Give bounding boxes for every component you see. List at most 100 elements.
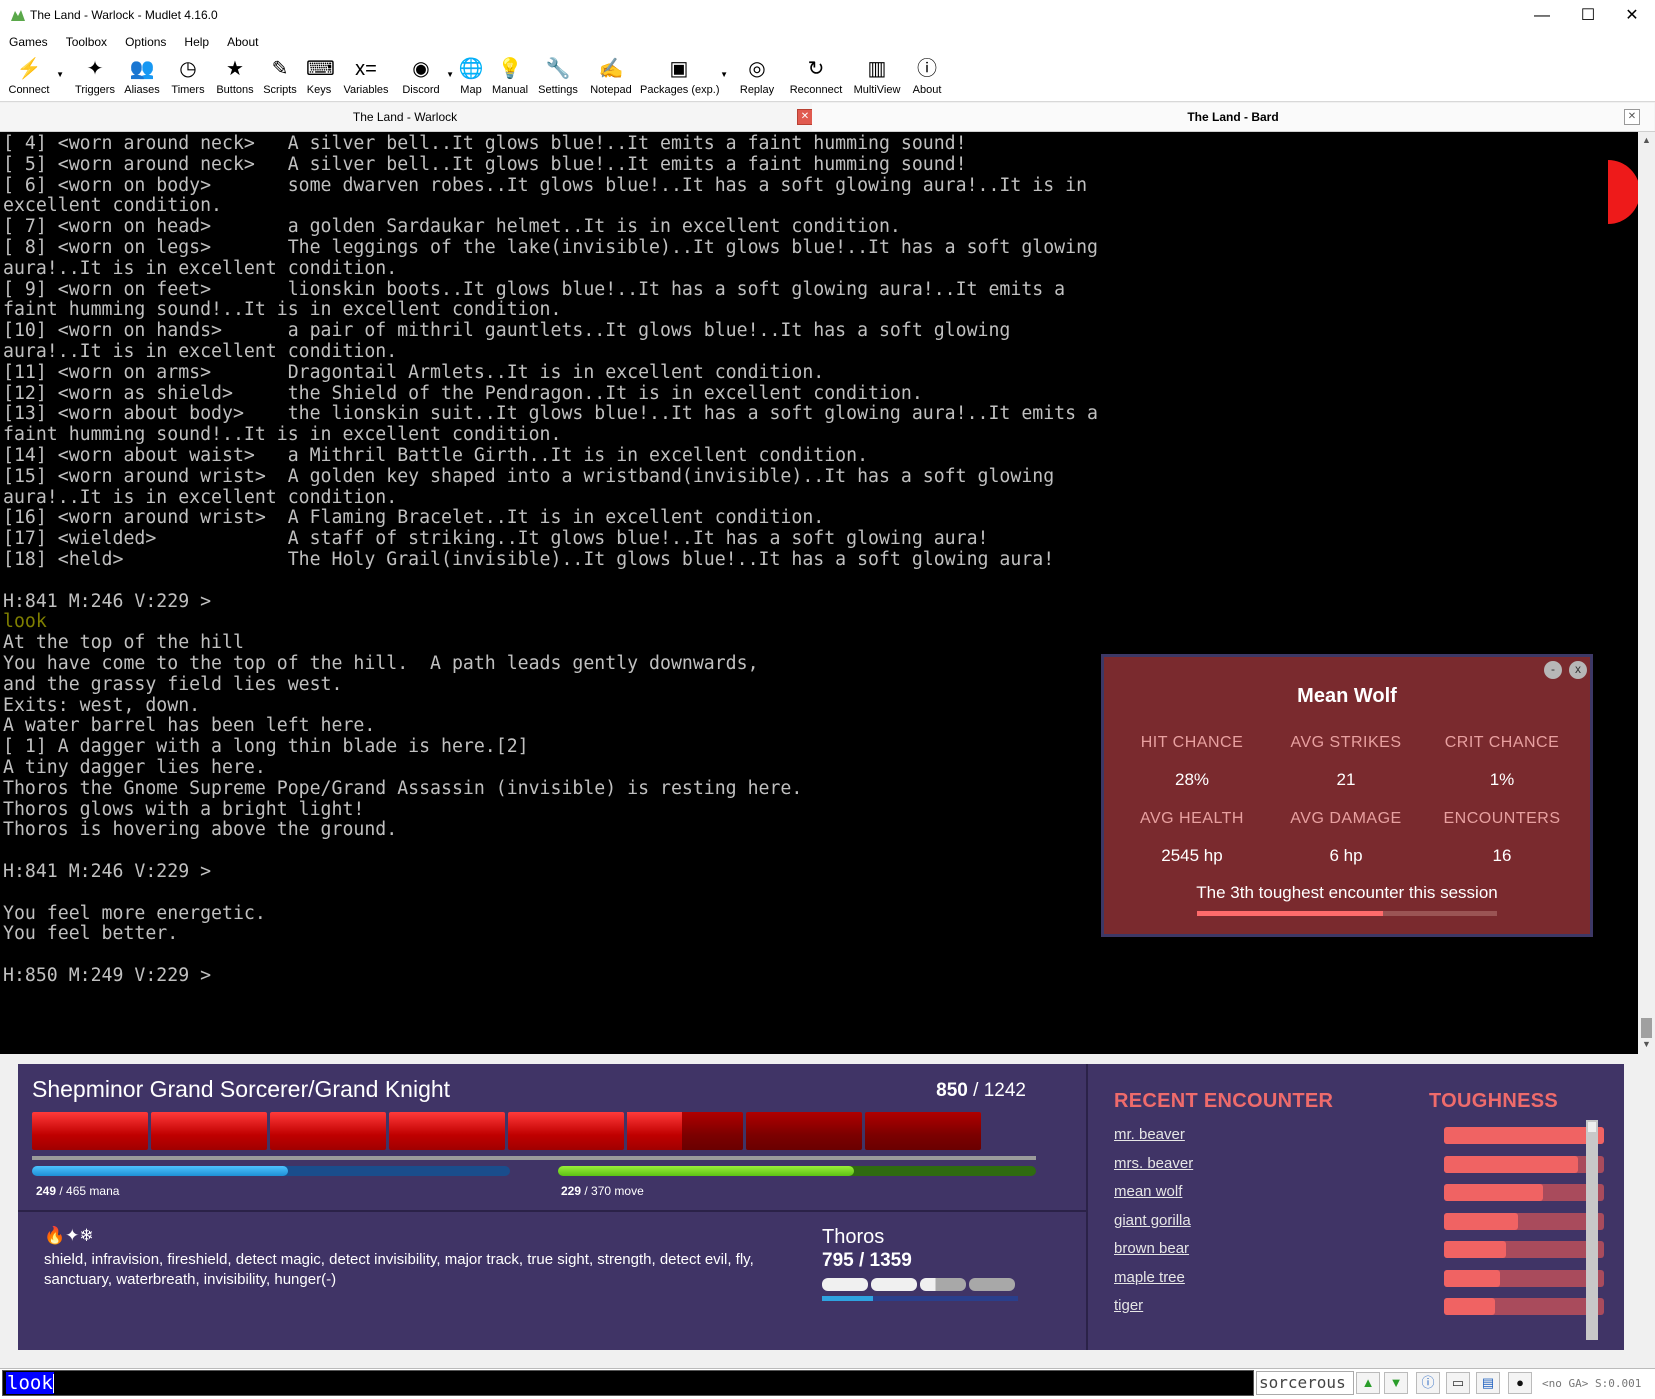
console-line: Thoros is hovering above the ground. (3, 819, 398, 841)
toolbar-reconnect-button[interactable]: ↻ Reconnect (785, 56, 847, 100)
timers-icon: ◷ (179, 58, 197, 80)
scroll-history-down-icon[interactable]: ▼ (1384, 1372, 1408, 1394)
stat-value: 2545 hp (1161, 846, 1223, 865)
toolbar-scripts-button[interactable]: ✎ Scripts (262, 56, 298, 100)
hp-segment (865, 1112, 981, 1150)
toolbar-timers-button[interactable]: ◷ Timers (166, 56, 210, 100)
menu-games[interactable]: Games (0, 31, 57, 53)
minimize-panel-button[interactable]: - (1544, 661, 1562, 679)
toolbar-buttons-button[interactable]: ★ Buttons (212, 56, 258, 100)
recent-encounter-link[interactable]: giant gorilla (1114, 1212, 1191, 1229)
console-line: A water barrel has been left here. (3, 715, 376, 737)
toolbar-multiview-button[interactable]: ▥ MultiView (851, 56, 903, 100)
recent-encounter-link[interactable]: mr. beaver (1114, 1126, 1185, 1143)
console-line: [ 8] <worn on legs> The leggings of the … (3, 237, 1098, 258)
stat-value: 21 (1336, 770, 1356, 789)
mana-max: 465 mana (66, 1184, 120, 1198)
close-panel-button[interactable]: x (1569, 661, 1587, 679)
toughness-fill (1444, 1127, 1604, 1144)
menu-help[interactable]: Help (175, 31, 218, 53)
recent-encounter-link[interactable]: mean wolf (1114, 1183, 1182, 1200)
tab-the-land-bard[interactable]: The Land - Bard (812, 103, 1654, 131)
connect-icon: ⚡ (16, 58, 42, 80)
dropdown-arrow-icon[interactable]: ▼ (446, 70, 454, 79)
console-line: aura!..It is in excellent condition. (3, 486, 398, 508)
encounter-panel: - x Mean Wolf HIT CHANCE AVG STRIKES CRI… (1101, 654, 1593, 937)
recent-encounter-heading: RECENT ENCOUNTER (1114, 1090, 1334, 1112)
toolbar-settings-button[interactable]: 🔧 Settings (534, 56, 582, 100)
toolbar-map-button[interactable]: 🌐 Map (454, 56, 488, 100)
toughness-bar (1444, 1127, 1604, 1144)
packages-icon: ▣ (669, 58, 689, 80)
toolbar-triggers-button[interactable]: ✦ Triggers (70, 56, 120, 100)
recent-encounter-link[interactable]: brown bear (1114, 1240, 1189, 1257)
scroll-history-up-icon[interactable]: ▲ (1356, 1372, 1380, 1394)
toolbar-replay-button[interactable]: ◎ Replay (735, 56, 779, 100)
tab-the-land-warlock[interactable]: The Land - Warlock (0, 103, 810, 131)
scroll-down-icon[interactable]: ▼ (1638, 1036, 1655, 1052)
toolbar-label: Discord (402, 84, 440, 96)
toolbar-aliases-button[interactable]: 👥 Aliases (122, 56, 162, 100)
timestamp-icon[interactable]: ▭ (1446, 1372, 1470, 1394)
affect-icons: 🔥✦❄ (44, 1226, 94, 1245)
manual-icon: 💡 (497, 58, 523, 80)
console-scrollbar[interactable]: ▲ ▼ (1638, 132, 1655, 1054)
hp-segment (151, 1112, 267, 1150)
dropdown-arrow-icon[interactable]: ▼ (56, 70, 64, 79)
toolbar-about-button[interactable]: ⓘ About (907, 56, 947, 100)
close-window-button[interactable]: ✕ (1609, 0, 1655, 31)
info-icon[interactable]: ⓘ (1416, 1372, 1440, 1394)
toolbar-variables-button[interactable]: x= Variables (340, 56, 392, 100)
toolbar-packages-exp-button[interactable]: ▣ Packages (exp.) ▼ (640, 56, 728, 100)
recent-encounter-link[interactable]: mrs. beaver (1114, 1155, 1193, 1172)
main-toolbar: ⚡ Connect ▼ ✦ Triggers 👥 Aliases ◷ Timers ★ Button… (0, 53, 1655, 102)
menu-about[interactable]: About (218, 31, 267, 53)
toolbar-keys-button[interactable]: ⌨ Keys (302, 56, 336, 100)
command-input[interactable]: look (2, 1370, 1254, 1396)
text-caret (53, 1374, 54, 1393)
main-console[interactable]: H:850 M:249 V:229 > You feel better. You f… (0, 132, 1638, 1054)
maximize-button[interactable]: ☐ (1565, 0, 1611, 31)
window-titlebar: The Land - Warlock - Mudlet 4.16.0 — ☐ ✕ (0, 0, 1655, 32)
recent-scrollbar[interactable] (1586, 1120, 1598, 1340)
toolbar-connect-button[interactable]: ⚡ Connect ▼ (4, 56, 65, 100)
tab-label: The Land - Warlock (352, 110, 458, 124)
stat-label: CRIT CHANCE (1444, 734, 1560, 751)
tab-close-icon[interactable]: ✕ (1624, 109, 1640, 125)
toolbar-notepad-button[interactable]: ✍ Notepad (586, 56, 636, 100)
console-line: [ 5] <worn around neck> A silver bell..I… (3, 153, 967, 175)
mana-current: 249 (36, 1184, 57, 1198)
emergency-stop-icon[interactable]: ● (1508, 1372, 1532, 1394)
target-hp-segment (822, 1278, 868, 1291)
dropdown-arrow-icon[interactable]: ▼ (720, 70, 728, 79)
echoed-command: look (3, 611, 47, 633)
toughness-fill (1444, 1155, 1579, 1173)
menu-toolbox[interactable]: Toolbox (57, 31, 116, 53)
console-line: You feel better. (3, 923, 179, 945)
toolbar-manual-button[interactable]: 💡 Manual (488, 56, 532, 100)
log-icon[interactable]: ▤ (1476, 1372, 1500, 1394)
minimize-button[interactable]: — (1519, 0, 1565, 31)
stat-label: HIT CHANCE (1140, 734, 1244, 751)
stat-label: ENCOUNTERS (1443, 810, 1561, 827)
console-line: excellent condition. (3, 195, 222, 217)
target-secondary-bar (822, 1296, 1018, 1301)
console-line: [10] <worn on hands> a pair of mithril g… (3, 320, 1011, 342)
secondary-command-input[interactable]: sorcerous (1256, 1371, 1354, 1395)
recent-encounter-link[interactable]: maple tree (1114, 1269, 1185, 1286)
recent-encounter-link[interactable]: tiger (1114, 1297, 1143, 1314)
recent-scrollbar-thumb[interactable] (1588, 1122, 1596, 1132)
hp-segment (32, 1112, 148, 1150)
tab-close-icon[interactable]: ✕ (797, 109, 813, 125)
buttons-icon: ★ (226, 58, 244, 80)
encounter-rank-note: The 3th toughest encounter this session (1196, 883, 1498, 902)
toolbar-label: Timers (171, 84, 205, 96)
toolbar-discord-button[interactable]: ◉ Discord ▼ (398, 56, 454, 100)
scrollbar-thumb[interactable] (1641, 1018, 1652, 1038)
menu-options[interactable]: Options (116, 31, 175, 53)
scroll-up-icon[interactable]: ▲ (1638, 132, 1655, 148)
toughness-fill (1444, 1184, 1544, 1201)
stat-value: 1% (1489, 770, 1515, 789)
hp-segment (508, 1112, 624, 1150)
stat-value: 16 (1492, 846, 1512, 865)
